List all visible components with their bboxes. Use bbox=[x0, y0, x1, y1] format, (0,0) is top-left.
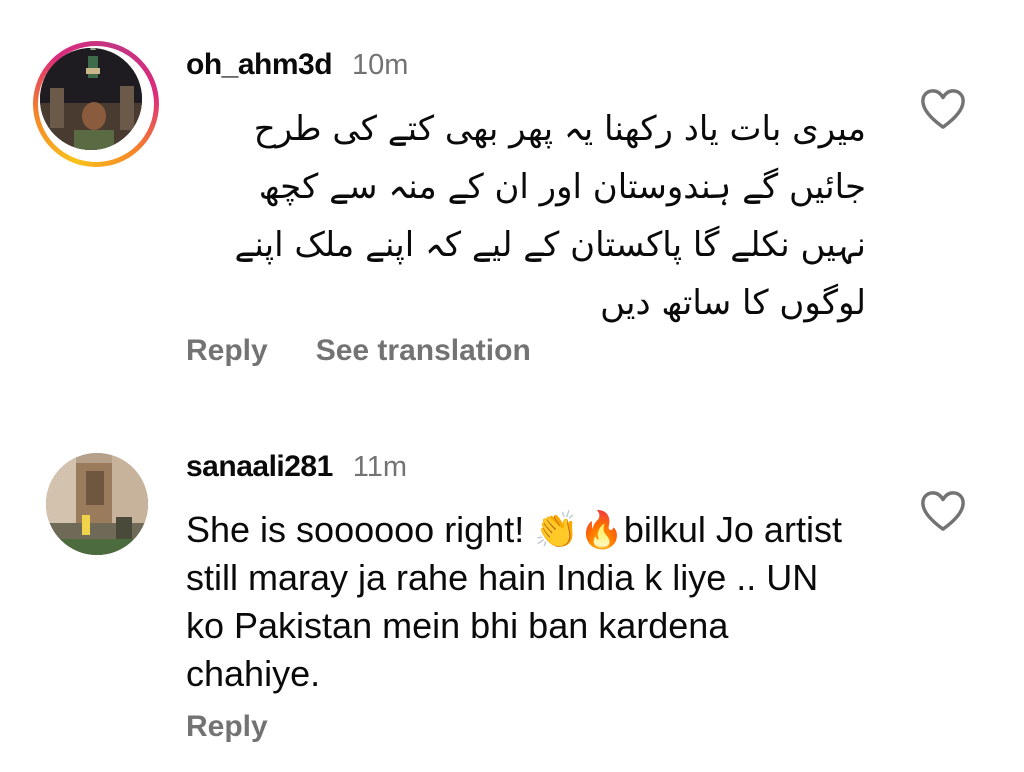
comment-header: oh_ahm3d 10m bbox=[186, 48, 408, 82]
comment-text: She is soooooo right! 👏🔥bilkul Jo artist… bbox=[186, 509, 842, 694]
reply-button[interactable]: Reply bbox=[186, 710, 268, 744]
comment-text-line: لوگوں کا ساتھ دیں bbox=[600, 283, 866, 323]
comment-actions: Reply See translation bbox=[186, 334, 531, 368]
comment-item: oh_ahm3d 10m میری بات یاد رکھنا یہ پھر ب… bbox=[0, 0, 1024, 400]
comment-timestamp: 10m bbox=[352, 49, 409, 81]
avatar[interactable] bbox=[46, 453, 148, 555]
comment-header: sanaali281 11m bbox=[186, 450, 407, 484]
comment-text-line: میری بات یاد رکھنا یہ پھر بھی کتے کی طرح bbox=[253, 109, 866, 149]
avatar[interactable] bbox=[40, 48, 142, 150]
username[interactable]: sanaali281 bbox=[186, 450, 333, 484]
comment-text-line: جائیں گے ہندوستان اور ان کے منہ سے کچھ bbox=[258, 167, 866, 207]
comment-text: میری بات یاد رکھنا یہ پھر بھی کتے کی طرح… bbox=[186, 100, 866, 332]
comment-item: sanaali281 11m She is soooooo right! 👏🔥b… bbox=[0, 420, 1024, 772]
reply-button[interactable]: Reply bbox=[186, 334, 268, 368]
like-button[interactable] bbox=[920, 88, 966, 130]
comment-text-line: نہیں نکلے گا پاکستان کے لیے کہ اپنے ملک … bbox=[234, 225, 866, 265]
username[interactable]: oh_ahm3d bbox=[186, 48, 333, 82]
see-translation-button[interactable]: See translation bbox=[316, 334, 531, 368]
avatar-story-ring[interactable] bbox=[33, 41, 159, 167]
heart-outline-icon bbox=[921, 491, 965, 531]
comment-actions: Reply bbox=[186, 710, 268, 744]
heart-outline-icon bbox=[921, 89, 965, 129]
like-button[interactable] bbox=[920, 490, 966, 532]
comment-timestamp: 11m bbox=[352, 451, 408, 483]
